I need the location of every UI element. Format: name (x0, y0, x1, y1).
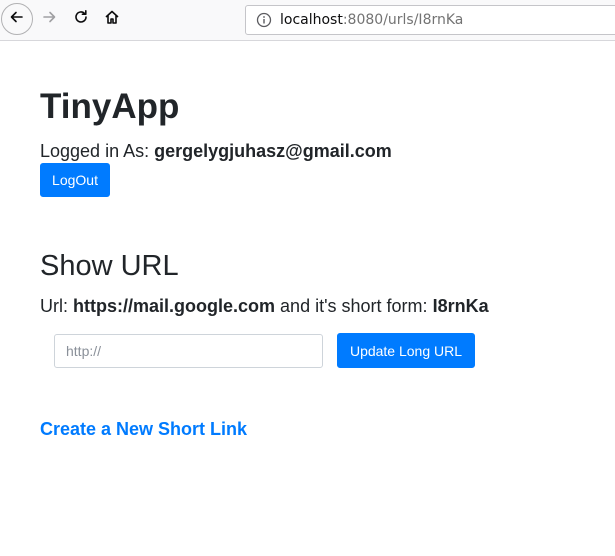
home-button[interactable] (97, 4, 127, 34)
url-prefix: Url: (40, 296, 68, 316)
home-icon (104, 9, 120, 30)
browser-toolbar: localhost:8080/urls/I8rnKa (0, 0, 615, 41)
update-long-url-button[interactable]: Update Long URL (337, 333, 475, 368)
reload-icon (73, 9, 89, 30)
url-host: localhost (280, 12, 343, 28)
login-prefix: Logged in As: (40, 141, 150, 161)
long-url: https://mail.google.com (73, 296, 276, 316)
arrow-left-icon (9, 9, 25, 30)
section-title: Show URL (40, 250, 179, 282)
short-code: I8rnKa (432, 296, 489, 316)
info-icon[interactable] (256, 12, 272, 28)
address-bar[interactable]: localhost:8080/urls/I8rnKa (245, 5, 615, 35)
reload-button[interactable] (66, 4, 96, 34)
address-text: localhost:8080/urls/I8rnKa (280, 12, 463, 28)
short-form-text: and it's short form: (280, 296, 428, 316)
url-info: Url: https://mail.google.com and it's sh… (40, 295, 489, 317)
app-title: TinyApp (40, 87, 180, 126)
logout-button[interactable]: LogOut (40, 163, 110, 197)
url-path: :8080/urls/I8rnKa (342, 12, 464, 28)
create-short-link[interactable]: Create a New Short Link (40, 419, 247, 440)
arrow-right-icon (41, 9, 57, 30)
forward-button[interactable] (34, 4, 64, 34)
long-url-input[interactable] (54, 334, 323, 368)
back-button[interactable] (1, 3, 33, 35)
login-status: Logged in As: gergelygjuhasz@gmail.com (40, 140, 392, 162)
user-email: gergelygjuhasz@gmail.com (154, 141, 392, 161)
